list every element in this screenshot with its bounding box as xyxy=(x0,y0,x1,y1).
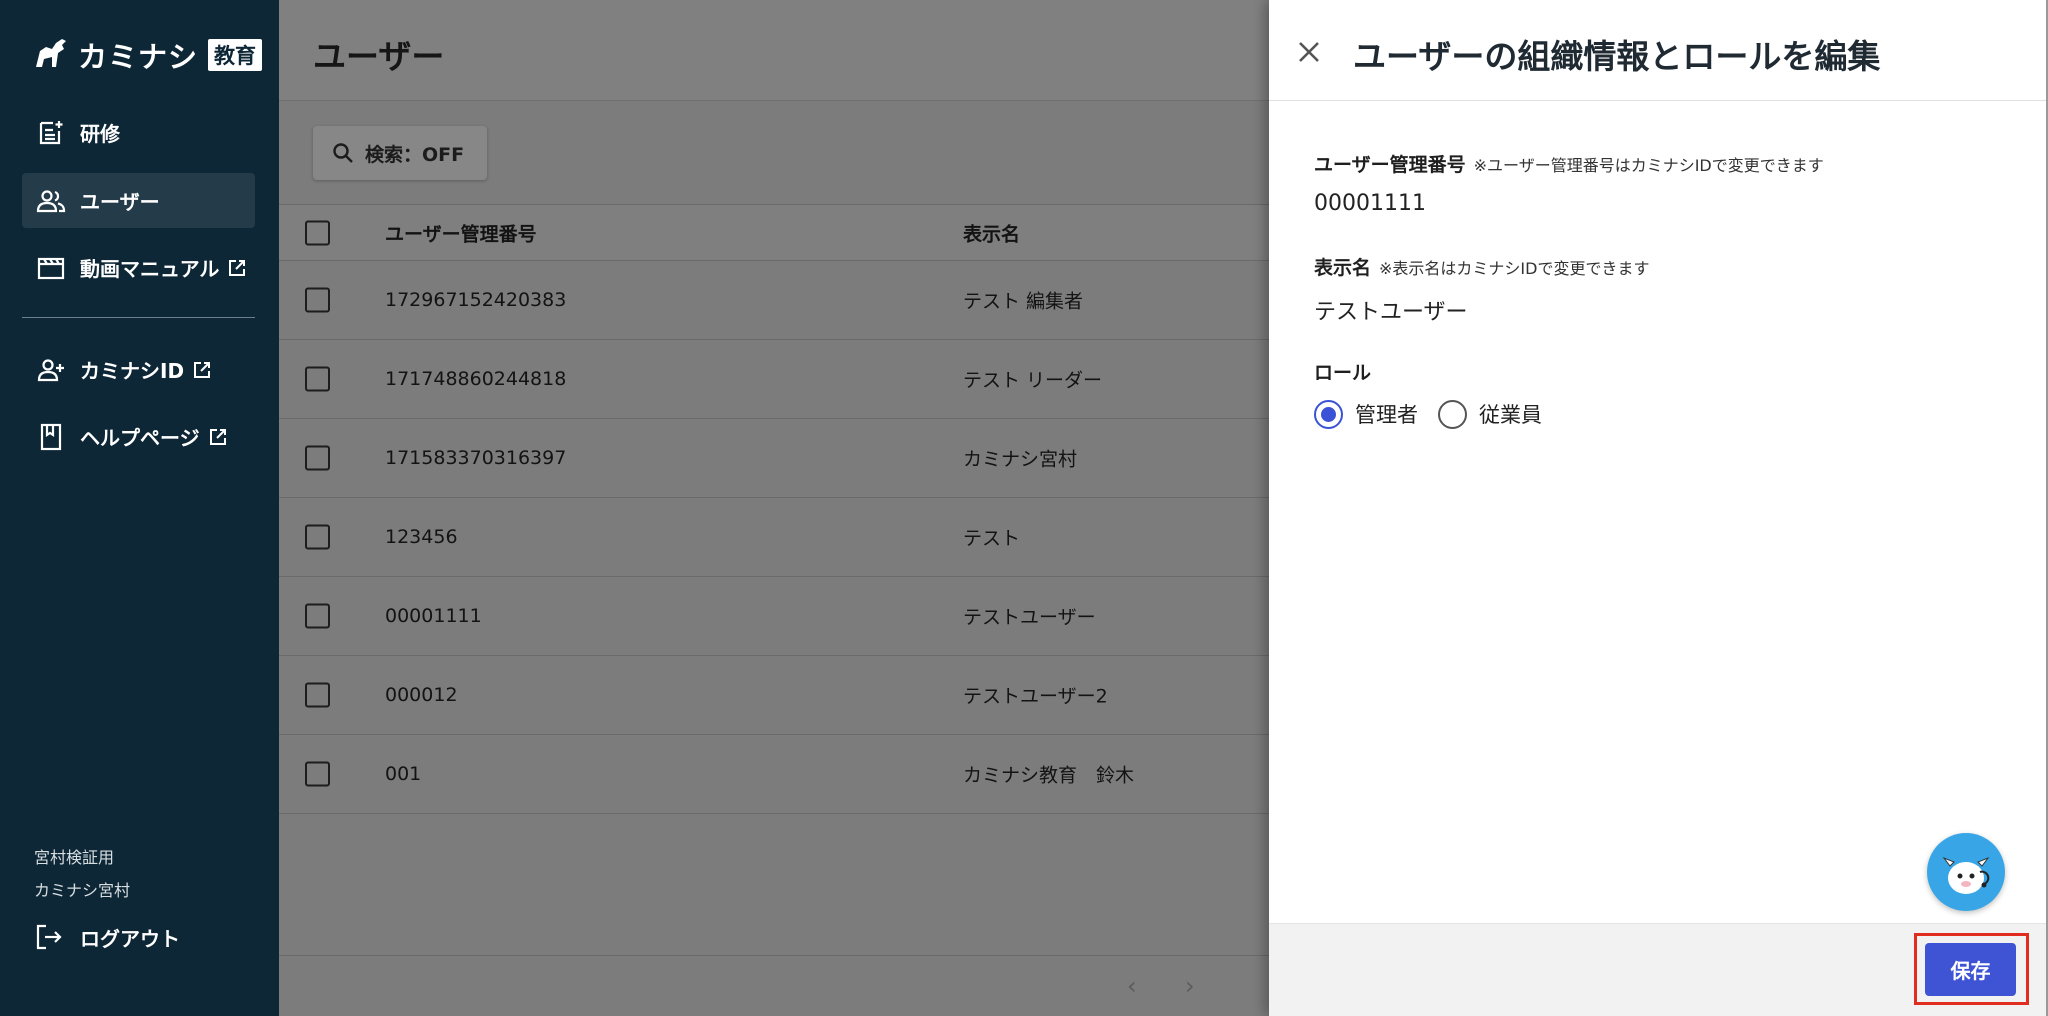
table-row[interactable]: 123456 テスト xyxy=(279,498,1269,577)
user-name: カミナシ宮村 xyxy=(34,881,131,900)
close-icon xyxy=(1299,42,1319,62)
search-toggle-label: 検索：OFF xyxy=(365,143,465,166)
logout-label: ログアウト xyxy=(80,926,180,951)
row-checkbox[interactable] xyxy=(305,603,330,629)
role-radio-admin[interactable]: 管理者 xyxy=(1314,399,1418,429)
user-id-field: ユーザー管理番号 ※ユーザー管理番号はカミナシIDで変更できます 00001111 xyxy=(1314,150,1824,216)
pagination-next-button[interactable]: › xyxy=(1185,972,1195,1000)
row-checkbox[interactable] xyxy=(305,366,330,392)
user-add-icon xyxy=(37,358,64,381)
save-button[interactable]: 保存 xyxy=(1925,943,2016,996)
drawer-title: ユーザーの組織情報とロールを編集 xyxy=(1353,37,1881,76)
pagination: ‹ › xyxy=(279,955,1269,1016)
clapperboard-icon xyxy=(37,257,65,279)
edit-user-drawer: ユーザーの組織情報とロールを編集 ユーザー管理番号 ※ユーザー管理番号はカミナシI… xyxy=(1269,0,2048,1016)
sidebar: カミナシ 教育 研修 ユーザー 動画マニュアル カミナシID ヘルプページ 宮村… xyxy=(0,0,279,1016)
sidebar-item-label: ヘルプページ xyxy=(80,426,200,450)
logo-text: カミナシ xyxy=(78,40,199,74)
goat-logo-icon xyxy=(36,39,66,67)
table-row[interactable]: 172967152420383 テスト 編集者 xyxy=(279,261,1269,340)
logout-button[interactable]: ログアウト xyxy=(34,922,180,952)
cell-display-name: テストユーザー xyxy=(963,606,1096,629)
role-radio-label: 従業員 xyxy=(1479,403,1542,427)
row-checkbox[interactable] xyxy=(305,524,330,550)
users-table: ユーザー管理番号 表示名 172967152420383 テスト 編集者 171… xyxy=(279,204,1269,814)
role-label: ロール xyxy=(1314,362,1372,384)
column-header-display-name[interactable]: 表示名 xyxy=(963,219,1020,246)
role-field: ロール 管理者 従業員 xyxy=(1314,358,1542,429)
role-radio-label: 管理者 xyxy=(1355,403,1418,427)
cell-user-id: 172967152420383 xyxy=(385,289,567,311)
search-icon xyxy=(333,143,353,163)
external-link-icon xyxy=(194,361,211,378)
table-row[interactable]: 00001111 テストユーザー xyxy=(279,577,1269,656)
user-id-value: 00001111 xyxy=(1314,191,1426,216)
radio-checked-icon[interactable] xyxy=(1314,399,1343,429)
sidebar-item-label: カミナシID xyxy=(80,359,185,383)
cell-user-id: 171583370316397 xyxy=(385,447,567,469)
cell-display-name: テスト 編集者 xyxy=(963,290,1084,313)
table-row[interactable]: 171583370316397 カミナシ宮村 xyxy=(279,419,1269,498)
row-checkbox[interactable] xyxy=(305,445,330,471)
logout-icon xyxy=(36,924,62,950)
book-icon xyxy=(40,423,62,450)
sidebar-item-users[interactable]: ユーザー xyxy=(22,173,255,228)
cell-display-name: テスト リーダー xyxy=(963,369,1103,392)
search-toggle-button[interactable]: 検索：OFF xyxy=(313,126,487,180)
sidebar-item-video-manual[interactable]: 動画マニュアル xyxy=(22,240,255,295)
cell-display-name: カミナシ宮村 xyxy=(963,448,1078,471)
organization-name: 宮村検証用 xyxy=(34,848,115,867)
logo-badge: 教育 xyxy=(208,39,263,71)
cell-user-id: 171748860244818 xyxy=(385,368,567,390)
radio-unchecked-icon[interactable] xyxy=(1438,399,1467,429)
drawer-footer: 保存 xyxy=(1269,923,2046,1016)
role-radio-employee[interactable]: 従業員 xyxy=(1438,399,1542,429)
sidebar-item-help-page[interactable]: ヘルプページ xyxy=(22,409,255,464)
table-row[interactable]: 000012 テストユーザー2 xyxy=(279,656,1269,735)
user-id-label: ユーザー管理番号 xyxy=(1314,154,1466,176)
cell-user-id: 001 xyxy=(385,763,422,785)
table-row[interactable]: 001 カミナシ教育 鈴木 xyxy=(279,735,1269,814)
display-name-note: ※表示名はカミナシIDで変更できます xyxy=(1379,259,1650,278)
row-checkbox[interactable] xyxy=(305,682,330,708)
main-content: ユーザー 検索：OFF ユーザー管理番号 表示名 172967152420383… xyxy=(279,0,1269,1016)
table-header-row: ユーザー管理番号 表示名 xyxy=(279,204,1269,261)
display-name-field: 表示名 ※表示名はカミナシIDで変更できます テストユーザー xyxy=(1314,253,1649,326)
chat-support-button[interactable] xyxy=(1927,833,2005,911)
cell-user-id: 00001111 xyxy=(385,605,482,627)
cell-display-name: テストユーザー2 xyxy=(963,685,1108,708)
select-all-checkbox[interactable] xyxy=(305,220,330,245)
cell-user-id: 123456 xyxy=(385,526,458,548)
page-title: ユーザー xyxy=(313,37,445,76)
document-add-icon xyxy=(39,120,63,144)
cell-user-id: 000012 xyxy=(385,684,458,706)
sidebar-item-label: 動画マニュアル xyxy=(80,257,220,281)
drawer-header: ユーザーの組織情報とロールを編集 xyxy=(1269,0,2046,101)
sidebar-item-label: 研修 xyxy=(80,122,120,146)
sidebar-item-training[interactable]: 研修 xyxy=(22,105,255,160)
sidebar-item-kaminashi-id[interactable]: カミナシID xyxy=(22,342,255,397)
goat-mascot-icon xyxy=(1942,856,1990,894)
pagination-prev-button[interactable]: ‹ xyxy=(1127,972,1137,1000)
sidebar-divider xyxy=(22,317,255,318)
display-name-value: テストユーザー xyxy=(1314,300,1468,325)
users-icon xyxy=(36,189,66,212)
external-link-icon xyxy=(229,259,246,276)
cell-display-name: カミナシ教育 鈴木 xyxy=(963,764,1135,787)
close-button[interactable] xyxy=(1289,32,1329,72)
row-checkbox[interactable] xyxy=(305,761,330,787)
role-radio-group: 管理者 従業員 xyxy=(1314,399,1542,429)
table-row[interactable]: 171748860244818 テスト リーダー xyxy=(279,340,1269,419)
row-checkbox[interactable] xyxy=(305,287,330,313)
column-header-user-id[interactable]: ユーザー管理番号 xyxy=(385,219,537,246)
user-id-note: ※ユーザー管理番号はカミナシIDで変更できます xyxy=(1473,156,1824,175)
display-name-label: 表示名 xyxy=(1314,257,1372,279)
sidebar-item-label: ユーザー xyxy=(80,190,160,214)
app-logo[interactable]: カミナシ 教育 xyxy=(32,34,263,76)
main-header: ユーザー xyxy=(279,0,1269,101)
cell-display-name: テスト xyxy=(963,527,1021,550)
external-link-icon xyxy=(209,428,226,445)
